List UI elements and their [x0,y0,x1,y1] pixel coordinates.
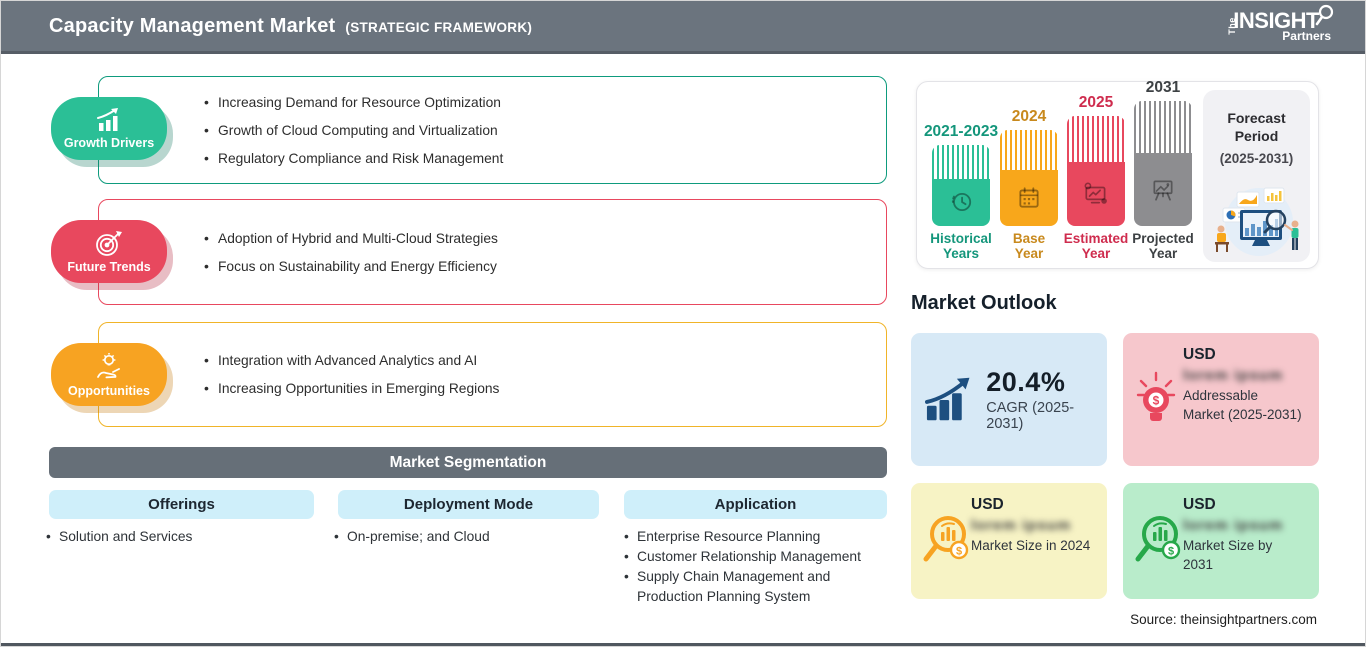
history-clock-icon [951,193,972,212]
page-title: Capacity Management Market [49,14,336,37]
list-item: Customer Relationship Management [624,547,882,567]
card-label: Market Size in 2024 [971,538,1091,553]
forecast-period-range: (2025-2031) [1219,151,1294,166]
bar-label: Historical Years [930,230,992,262]
source-attribution: Source: theinsightpartners.com [1130,612,1317,627]
growth-chart-icon [97,107,118,131]
timeline-estimated: 2025 Estimated Year [1063,93,1129,262]
header-title-group: Capacity Management Market (STRATEGIC FR… [49,15,532,38]
segment-header-application: Application [624,490,887,519]
magnifier-chart-icon-green: $ [1135,516,1181,562]
blurred-value: lorem ipsum [971,517,1072,534]
cagr-growth-icon [925,377,970,420]
forecast-period-title: Forecast Period [1227,110,1286,144]
market-outlook-title: Market Outlook [911,292,1057,314]
year-label: 2031 [1145,78,1181,96]
bar-label: Estimated Year [1063,230,1129,262]
future-trends-list: Adoption of Hybrid and Multi-Cloud Strat… [99,200,886,304]
currency-label: USD [1183,346,1216,363]
bar-label: Base Year [1012,230,1046,262]
bar-label: Projected Year [1132,230,1194,262]
cagr-value: 20.4% [986,367,1066,397]
future-trends-pill: Future Trends [51,220,167,283]
projection-board-icon [1153,180,1173,201]
list-item: Enterprise Resource Planning [624,527,882,547]
list-item: Growth of Cloud Computing and Virtualiza… [204,122,886,138]
infographic-page: Capacity Management Market (STRATEGIC FR… [0,0,1366,647]
magnifier-chart-icon-orange: $ [923,516,969,562]
cagr-card: 20.4% CAGR (2025-2031) [911,333,1107,466]
calendar-icon [1019,187,1039,208]
historical-bar [932,144,990,226]
year-label: 2025 [1078,93,1114,111]
currency-label: USD [971,496,1004,513]
blurred-value: lorem ipsum [1183,517,1284,534]
application-items: Enterprise Resource Planning Customer Re… [624,527,882,607]
market-size-2024-card: $ USD lorem ipsum Market Size in 2024 [911,483,1107,599]
currency-label: USD [1183,496,1216,513]
segmentation-title: Market Segmentation [389,453,547,471]
magnifier-logo-icon [1315,4,1334,25]
cagr-label: CAGR (2025-2031) [986,400,1075,432]
target-icon [96,230,122,256]
list-item: Focus on Sustainability and Energy Effic… [204,258,886,274]
base-year-bar [1000,129,1058,226]
opportunities-pill: Opportunities [51,343,167,406]
deployment-mode-items: On-premise; and Cloud [334,527,604,547]
forecast-monitor-icon [1084,182,1107,204]
bulb-dollar-icon: $ [1136,371,1176,421]
timeline-projected: 2031 Projected Year [1132,79,1194,262]
growth-drivers-pill: Growth Drivers [51,97,167,160]
svg-text:$: $ [1153,393,1160,407]
bottom-border [1,643,1365,646]
list-item: On-premise; and Cloud [334,527,604,547]
analytics-illustration [1214,187,1298,256]
pill-label: Future Trends [67,259,151,274]
segment-header-deployment-mode: Deployment Mode [338,490,599,519]
blurred-value: lorem ipsum [1183,367,1284,384]
logo-the-text: The [1226,17,1237,35]
list-item: Adoption of Hybrid and Multi-Cloud Strat… [204,230,886,246]
year-label: 2024 [1011,107,1047,125]
segment-header-offerings: Offerings [49,490,314,519]
pill-label: Growth Drivers [63,135,155,150]
list-item: Integration with Advanced Analytics and … [204,352,886,368]
logo-partners-text: Partners [1282,28,1331,43]
list-item: Regulatory Compliance and Risk Managemen… [204,150,886,166]
opportunities-list: Integration with Advanced Analytics and … [99,323,886,426]
year-label: 2021-2023 [923,122,999,140]
card-label: Addressable Market (2025-2031) [1183,388,1302,422]
market-size-2031-card: $ USD lorem ipsum Market Size by 2031 [1123,483,1319,599]
svg-text:$: $ [1168,546,1174,558]
timeline-base: 2024 Base Year [998,108,1060,262]
page-subtitle: (STRATEGIC FRAMEWORK) [345,19,533,35]
estimated-year-bar [1067,115,1125,226]
brand-logo: The INSIGHT Partners [1223,4,1335,43]
card-label: Market Size by 2031 [1183,538,1273,572]
hand-bulb-icon [97,352,120,378]
addressable-market-card: $ USD lorem ipsum Addressable Market (20… [1123,333,1319,466]
opportunities-box: Integration with Advanced Analytics and … [98,322,887,427]
pill-label: Opportunities [68,383,150,398]
future-trends-box: Adoption of Hybrid and Multi-Cloud Strat… [98,199,887,305]
list-item: Supply Chain Management and Production P… [624,567,882,607]
forecast-period-panel: Forecast Period (2025-2031) [1203,90,1310,262]
list-item: Solution and Services [46,527,316,547]
timeline-historical: 2021-2023 Historical Years [924,123,998,262]
projected-year-bar [1134,100,1192,226]
timeline-card: 2021-2023 Historical Years 2024 Base Yea… [916,79,1319,269]
svg-text:$: $ [956,546,962,558]
growth-drivers-list: Increasing Demand for Resource Optimizat… [99,77,886,183]
list-item: Increasing Opportunities in Emerging Reg… [204,380,886,396]
list-item: Increasing Demand for Resource Optimizat… [204,94,886,110]
market-segmentation-bar: Market Segmentation [49,447,887,478]
header-bar: Capacity Management Market (STRATEGIC FR… [1,1,1365,54]
offerings-items: Solution and Services [46,527,316,547]
growth-drivers-box: Increasing Demand for Resource Optimizat… [98,76,887,184]
